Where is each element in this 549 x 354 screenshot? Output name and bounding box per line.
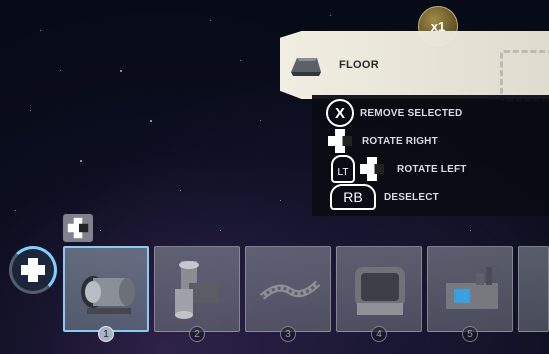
rb-bumper-icon: RB — [330, 184, 376, 210]
hotbar-slot-number: 5 — [462, 326, 478, 342]
x-button-icon: X — [326, 99, 354, 127]
cable-part-icon — [259, 280, 321, 300]
turret-module-part-icon — [446, 267, 498, 309]
control-label: ROTATE RIGHT — [362, 135, 438, 147]
control-label: REMOVE SELECTED — [360, 107, 463, 119]
dpad-right-icon — [326, 127, 354, 155]
machine-module-part-icon — [355, 267, 405, 315]
hotbar-slot-3[interactable] — [245, 246, 331, 332]
pipe-junction-part-icon — [175, 261, 219, 319]
control-label: ROTATE LEFT — [397, 163, 467, 175]
dpad-icon — [358, 155, 386, 183]
lt-trigger-icon: LT — [331, 155, 355, 183]
add-part-button[interactable] — [9, 246, 57, 294]
hotbar-slot-number: 3 — [280, 326, 296, 342]
hotbar-slot-2[interactable] — [154, 246, 240, 332]
dpad-hint-icon[interactable] — [63, 214, 93, 242]
dpad-icon — [66, 216, 90, 240]
generator-part-icon — [81, 276, 135, 314]
plus-icon — [19, 256, 47, 284]
hotbar-slot-4[interactable] — [336, 246, 422, 332]
control-remove-selected[interactable]: X REMOVE SELECTED — [326, 99, 462, 127]
hotbar-slot-partial[interactable] — [518, 246, 549, 332]
floor-part-icon — [291, 58, 321, 76]
hotbar-slot-1[interactable] — [63, 246, 149, 332]
hotbar-slot-number: 1 — [98, 326, 114, 342]
hotbar-slot-number: 4 — [371, 326, 387, 342]
hotbar-slot-5[interactable] — [427, 246, 513, 332]
control-rotate-left[interactable]: LT ROTATE LEFT — [331, 155, 467, 183]
hotbar-slot-number: 2 — [189, 326, 205, 342]
selected-part-name: FLOOR — [339, 59, 379, 71]
control-rotate-right[interactable]: ROTATE RIGHT — [326, 127, 438, 155]
control-label: DESELECT — [384, 191, 439, 203]
control-deselect[interactable]: RB DESELECT — [330, 184, 439, 210]
